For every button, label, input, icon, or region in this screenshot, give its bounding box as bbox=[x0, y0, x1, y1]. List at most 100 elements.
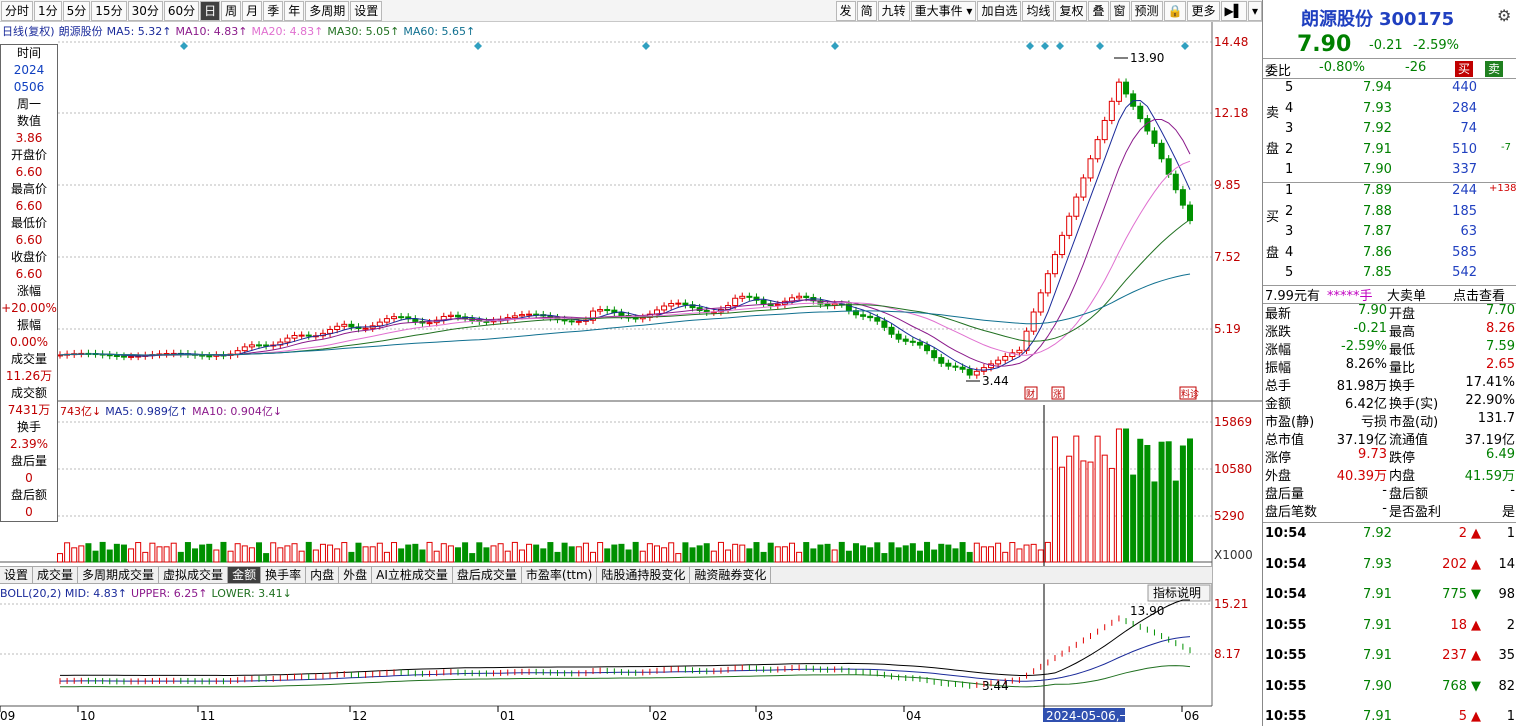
sell-button[interactable]: 卖 bbox=[1485, 61, 1504, 77]
tool-btn-13[interactable]: ▾ bbox=[1247, 0, 1262, 21]
info-label: 盘后量 bbox=[10, 454, 47, 468]
tool-btn-12[interactable]: ▶▌ bbox=[1220, 0, 1247, 21]
tool-btn-0[interactable]: 发 bbox=[835, 0, 856, 21]
volume-bar bbox=[1158, 441, 1165, 563]
period-btn-0[interactable]: 分时 bbox=[1, 0, 34, 21]
gear-icon[interactable]: ⚙ bbox=[1497, 6, 1511, 25]
indicator-tab-6[interactable]: 内盘 bbox=[306, 567, 340, 583]
indicator-tab-3[interactable]: 虚拟成交量 bbox=[159, 567, 229, 583]
indicator-tab-4[interactable]: 金额 bbox=[228, 567, 262, 583]
info-label: 收盘价 bbox=[10, 250, 47, 264]
weibi-label: 委比 bbox=[1265, 64, 1292, 79]
ask-price: 7.90 bbox=[1363, 162, 1392, 177]
sell-side-label: 卖 bbox=[1266, 106, 1280, 121]
period-btn-3[interactable]: 15分 bbox=[91, 0, 127, 21]
arrow-down-icon: ▼ bbox=[1471, 678, 1481, 694]
candle-body bbox=[739, 295, 746, 299]
vol-legend-2: MA10: 0.904亿↓ bbox=[192, 405, 282, 418]
period-btn-5[interactable]: 60分 bbox=[163, 0, 200, 21]
period-btn-7[interactable]: 周 bbox=[221, 0, 242, 21]
candle-body bbox=[682, 302, 689, 306]
tick-time: 10:55 bbox=[1265, 678, 1307, 694]
tick-volume: 2 bbox=[1458, 526, 1467, 541]
candle-body bbox=[661, 305, 668, 311]
volume-bar bbox=[1151, 481, 1158, 563]
volume-bar bbox=[1130, 474, 1137, 563]
volume-bar bbox=[973, 542, 980, 563]
candle-body bbox=[1037, 292, 1044, 313]
candle-body bbox=[945, 362, 952, 367]
tool-btn-8[interactable]: 窗 bbox=[1109, 0, 1130, 21]
indicator-tab-0[interactable]: 设置 bbox=[0, 567, 34, 583]
indicator-tab-10[interactable]: 市盈率(ttm) bbox=[522, 567, 598, 583]
tool-btn-4[interactable]: 加自选 bbox=[977, 0, 1022, 21]
kline-chart[interactable]: 日线(复权) 朗源股份 MA5: 5.32↑ MA10: 4.83↑ MA20: 4.8… bbox=[0, 22, 1262, 726]
stat-label: 最高 bbox=[1389, 325, 1416, 340]
boll-legend-1: UPPER: 6.25↑ bbox=[131, 587, 207, 600]
period-btn-12[interactable]: 设置 bbox=[350, 0, 383, 21]
vol-axis-label: 15869 bbox=[1214, 415, 1252, 429]
candle-body bbox=[888, 326, 895, 335]
volume-bar bbox=[689, 547, 696, 563]
indicator-tab-11[interactable]: 陆股通持股变化 bbox=[597, 567, 691, 583]
volume-bar bbox=[305, 541, 312, 563]
tool-btn-1[interactable]: 简 bbox=[856, 0, 877, 21]
candle-body bbox=[1123, 81, 1130, 95]
bigorder-link[interactable]: 点击查看 bbox=[1453, 285, 1505, 304]
period-btn-1[interactable]: 1分 bbox=[34, 0, 62, 21]
weibi-value: -0.80% bbox=[1319, 60, 1365, 75]
volume-bar bbox=[547, 542, 554, 563]
tool-btn-3[interactable]: 重大事件 ▾ bbox=[910, 0, 977, 21]
indicator-tab-9[interactable]: 盘后成交量 bbox=[453, 567, 522, 583]
volume-bar bbox=[966, 551, 973, 563]
ask-price: 7.93 bbox=[1363, 100, 1392, 116]
volume-bar bbox=[298, 550, 305, 563]
period-btn-8[interactable]: 月 bbox=[242, 0, 263, 21]
period-btn-6[interactable]: 日 bbox=[200, 0, 221, 21]
indicator-tab-1[interactable]: 成交量 bbox=[33, 567, 79, 583]
stat-label: 是否盈利 bbox=[1389, 505, 1442, 520]
tool-btn-5[interactable]: 均线 bbox=[1022, 0, 1055, 21]
period-btn-2[interactable]: 5分 bbox=[62, 0, 91, 21]
period-btn-11[interactable]: 多周期 bbox=[305, 0, 350, 21]
stock-code: 300175 bbox=[1379, 9, 1455, 30]
buy-button[interactable]: 买 bbox=[1455, 61, 1474, 77]
tool-btn-9[interactable]: 预测 bbox=[1130, 0, 1163, 21]
indicator-tab-12[interactable]: 融资融券变化 bbox=[690, 567, 772, 583]
volume-bar bbox=[518, 549, 525, 563]
tick-price: 7.92 bbox=[1363, 526, 1392, 541]
price-axis-label: 14.48 bbox=[1214, 35, 1248, 49]
volume-bar bbox=[916, 550, 923, 563]
period-btn-4[interactable]: 30分 bbox=[127, 0, 163, 21]
volume-bar bbox=[831, 549, 838, 563]
candle-body bbox=[902, 338, 909, 342]
volume-bar bbox=[980, 546, 987, 563]
arrow-down-icon: ▼ bbox=[1471, 587, 1481, 602]
tool-btn-2[interactable]: 九转 bbox=[877, 0, 910, 21]
price-axis-label: 9.85 bbox=[1214, 178, 1241, 192]
info-label: 振幅 bbox=[16, 318, 41, 332]
price-pct: -2.59% bbox=[1413, 38, 1459, 53]
stat-label: 总手 bbox=[1265, 379, 1292, 394]
period-btn-10[interactable]: 年 bbox=[284, 0, 305, 21]
indicator-tab-8[interactable]: AI立桩成交量 bbox=[372, 567, 453, 583]
tool-btn-7[interactable]: 叠 bbox=[1088, 0, 1109, 21]
tool-btn-11[interactable]: 更多 bbox=[1187, 0, 1220, 21]
tool-btn-10[interactable]: 🔒 bbox=[1163, 0, 1187, 21]
indicator-tab-5[interactable]: 换手率 bbox=[261, 567, 307, 583]
stat-label: 振幅 bbox=[1265, 361, 1292, 376]
volume-bar bbox=[625, 549, 632, 563]
tool-btn-6[interactable]: 复权 bbox=[1055, 0, 1088, 21]
indicator-tab-7[interactable]: 外盘 bbox=[339, 567, 373, 583]
tick-count: 1 bbox=[1506, 709, 1515, 724]
period-btn-9[interactable]: 季 bbox=[263, 0, 284, 21]
stat-label: 换手 bbox=[1389, 379, 1416, 394]
volume-bar bbox=[845, 550, 852, 563]
volume-bar bbox=[362, 546, 369, 563]
volume-bar bbox=[1002, 551, 1009, 563]
bid-level: 2 bbox=[1285, 203, 1294, 219]
volume-bar bbox=[988, 546, 995, 563]
volume-bar bbox=[106, 549, 113, 563]
volume-bar bbox=[383, 551, 390, 563]
indicator-tab-2[interactable]: 多周期成交量 bbox=[78, 567, 160, 583]
